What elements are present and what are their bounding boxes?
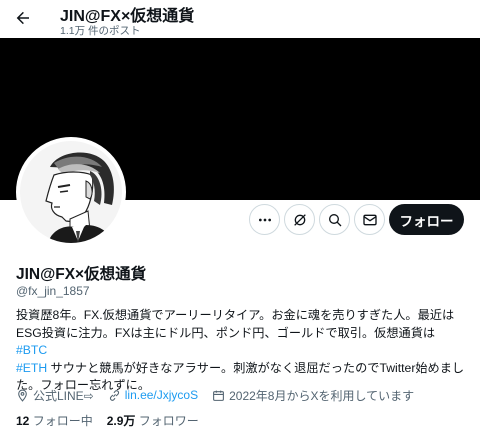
followers-label: フォロワー bbox=[138, 414, 199, 428]
bio-text-1: 投資歴8年。FX.仮想通貨でアーリーリタイア。お金に魂を売りすぎた人。最近はES… bbox=[16, 308, 455, 340]
grok-icon bbox=[293, 213, 306, 226]
following-link[interactable]: 12 フォロー中 bbox=[16, 412, 93, 429]
post-count: 1.1万 件のポスト bbox=[60, 25, 141, 37]
joined-text: 2022年8月からXを利用しています bbox=[229, 388, 415, 403]
profile-meta: 公式LINE⇨ lin.ee/JxjycoS 2022年8月からXを利用していま… bbox=[16, 387, 428, 403]
display-name: JIN@FX×仮想通貨 bbox=[16, 266, 147, 283]
avatar[interactable] bbox=[16, 137, 126, 247]
arrow-left-icon bbox=[16, 11, 29, 25]
location-text: 公式LINE⇨ bbox=[33, 388, 94, 403]
more-dots-icon bbox=[258, 218, 271, 221]
link-icon bbox=[109, 389, 119, 401]
followers-count: 2.9万 bbox=[106, 414, 136, 428]
envelope-icon bbox=[362, 214, 377, 225]
profile-bio: 投資歴8年。FX.仮想通貨でアーリーリタイア。お金に魂を売りすぎた人。最近はES… bbox=[16, 307, 468, 395]
joined-item: 2022年8月からXを利用しています bbox=[212, 387, 414, 404]
hashtag-eth[interactable]: #ETH bbox=[16, 361, 47, 375]
more-options-button[interactable] bbox=[249, 204, 280, 235]
calendar-icon bbox=[213, 390, 225, 401]
website-link[interactable]: lin.ee/JxjycoS bbox=[125, 388, 198, 402]
follow-stats: 12 フォロー中 2.9万 フォロワー bbox=[16, 412, 213, 429]
grok-button[interactable] bbox=[284, 204, 315, 235]
following-count: 12 bbox=[16, 414, 30, 428]
search-icon bbox=[328, 213, 341, 226]
website-item[interactable]: lin.ee/JxjycoS bbox=[108, 388, 198, 402]
back-button[interactable] bbox=[10, 5, 36, 31]
location-pin-icon bbox=[18, 389, 27, 402]
search-posts-button[interactable] bbox=[319, 204, 350, 235]
location-item: 公式LINE⇨ bbox=[16, 387, 94, 404]
hashtag-btc[interactable]: #BTC bbox=[16, 343, 47, 357]
message-button[interactable] bbox=[354, 204, 385, 235]
user-handle: @fx_jin_1857 bbox=[16, 284, 90, 298]
following-label: フォロー中 bbox=[32, 414, 93, 428]
avatar-illustration bbox=[20, 141, 122, 243]
top-bar: JIN@FX×仮想通貨 1.1万 件のポスト bbox=[0, 0, 480, 38]
follow-button[interactable]: フォロー bbox=[389, 204, 464, 235]
followers-link[interactable]: 2.9万 フォロワー bbox=[107, 412, 199, 429]
